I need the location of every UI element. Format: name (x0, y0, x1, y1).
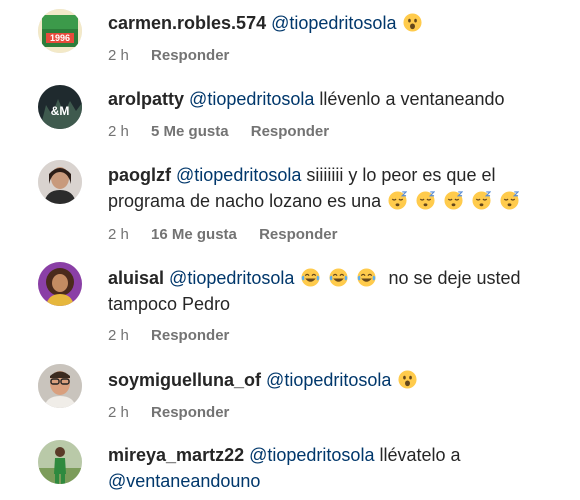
sleeping-face-emoji (500, 191, 520, 210)
reply-button[interactable]: Responder (151, 47, 229, 64)
comment-mention[interactable]: @tiopedritosola (271, 13, 396, 33)
sleeping-face-emoji (388, 191, 408, 210)
comment-meta: 2 h Responder (108, 327, 247, 344)
reply-button[interactable]: Responder (151, 404, 229, 421)
likes-count[interactable]: 16 Me gusta (151, 226, 237, 243)
comment-body-line2: programa de nacho lozano es una (108, 191, 382, 211)
reply-button[interactable]: Responder (151, 327, 229, 344)
comment-time: 2 h (108, 47, 129, 64)
sleeping-face-emoji (416, 191, 436, 210)
likes-count[interactable]: 5 Me gusta (151, 123, 229, 140)
comment-body-line1: llévatelo a (379, 445, 461, 465)
comment-username[interactable]: arolpatty (108, 89, 184, 109)
comment-meta: 2 h Responder (108, 47, 247, 64)
comment-mention[interactable]: @tiopedritosola (266, 370, 391, 390)
avatar[interactable] (38, 262, 82, 306)
avatar[interactable] (38, 440, 82, 484)
comment-time: 2 h (108, 123, 129, 140)
avatar[interactable] (38, 364, 82, 408)
sleeping-face-emoji (472, 191, 492, 210)
comment-text: mireya_martz22 @tiopedritosola llévatelo… (108, 442, 550, 494)
face-with-tears-of-joy-emoji (301, 268, 320, 287)
comment-mention-secondary[interactable]: @ventaneandouno (108, 471, 260, 491)
comment-time: 2 h (108, 226, 129, 243)
avatar[interactable] (38, 160, 82, 204)
comment-meta: 2 h Responder (108, 404, 247, 421)
comment-time: 2 h (108, 404, 129, 421)
comment-time: 2 h (108, 327, 129, 344)
comment-username[interactable]: soymiguelluna_of (108, 370, 261, 390)
comment-text: soymiguelluna_of @tiopedritosola (108, 367, 550, 393)
comment-text: paoglzf @tiopedritosola siiiiiii y lo pe… (108, 162, 550, 214)
astonished-face-emoji (403, 13, 422, 32)
avatar-label: 1996 (50, 33, 70, 43)
face-with-tears-of-joy-emoji (357, 268, 376, 287)
comment-text: carmen.robles.574 @tiopedritosola (108, 10, 550, 36)
sleeping-face-emoji (444, 191, 464, 210)
avatar[interactable]: &M (38, 85, 82, 129)
astonished-face-emoji (398, 370, 417, 389)
comment-body-line2: tampoco Pedro (108, 294, 231, 314)
comment-username[interactable]: carmen.robles.574 (108, 13, 266, 33)
face-with-tears-of-joy-emoji (329, 268, 348, 287)
comment-body-line1: siiiiiii y lo peor es que el (306, 165, 496, 185)
comment-meta: 2 h 5 Me gusta Responder (108, 123, 347, 140)
comment-mention[interactable]: @tiopedritosola (189, 89, 314, 109)
avatar[interactable]: 1996 (38, 9, 82, 53)
comment-meta: 2 h 16 Me gusta Responder (108, 226, 355, 243)
comment-username[interactable]: paoglzf (108, 165, 171, 185)
reply-button[interactable]: Responder (251, 123, 329, 140)
comment-body-line1: no se deje usted (388, 268, 521, 288)
comment-username[interactable]: mireya_martz22 (108, 445, 244, 465)
avatar-label: &M (51, 104, 70, 118)
comment-username[interactable]: aluisal (108, 268, 164, 288)
comment-mention[interactable]: @tiopedritosola (176, 165, 301, 185)
comment-mention[interactable]: @tiopedritosola (169, 268, 294, 288)
comment-text: aluisal @tiopedritosola no se deje usted… (108, 265, 550, 317)
comment-text: arolpatty @tiopedritosola llévenlo a ven… (108, 86, 550, 112)
comment-body: llévenlo a ventaneando (319, 89, 505, 109)
comment-mention[interactable]: @tiopedritosola (249, 445, 374, 465)
reply-button[interactable]: Responder (259, 226, 337, 243)
